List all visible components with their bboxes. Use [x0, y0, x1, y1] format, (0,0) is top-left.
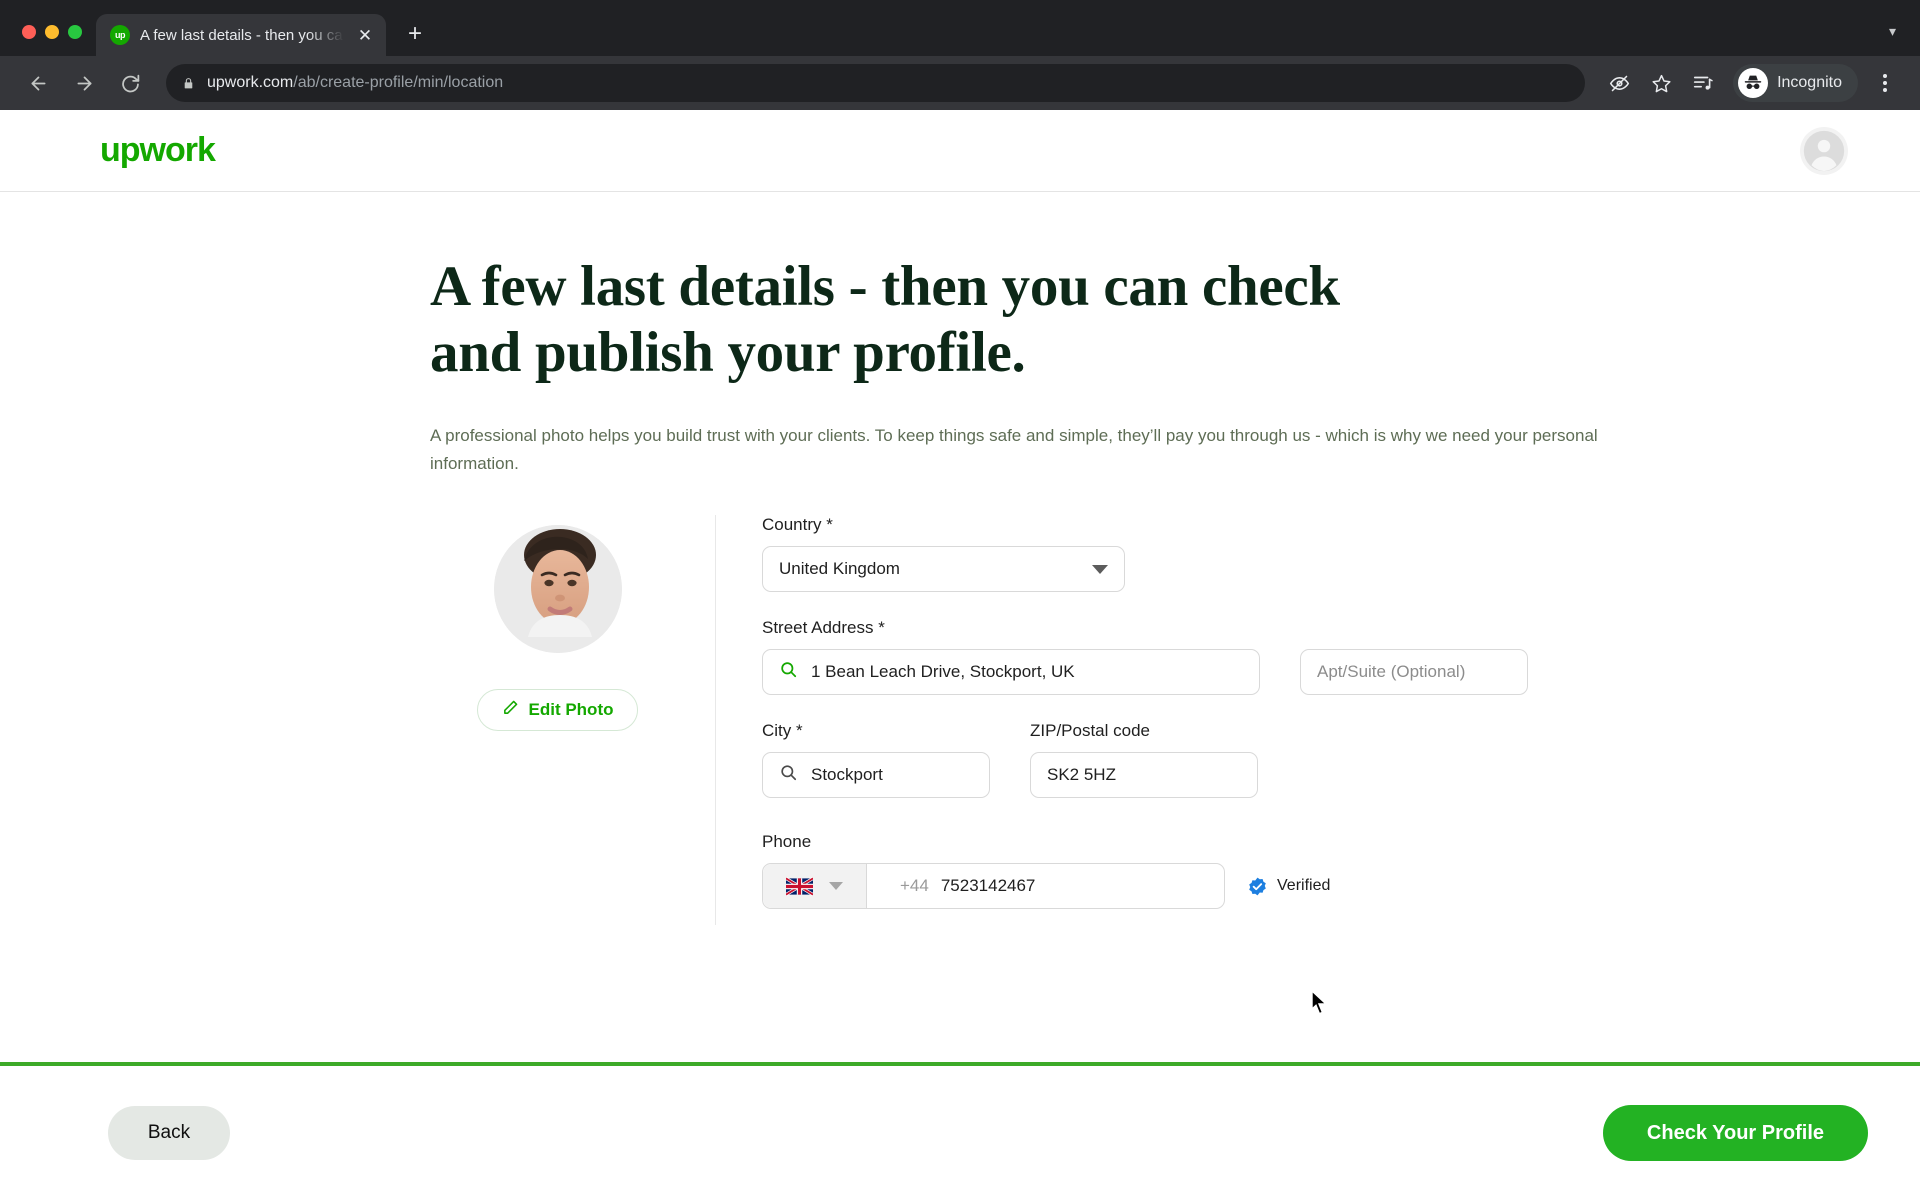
- site-header: upwork: [0, 110, 1920, 192]
- street-address-value: 1 Bean Leach Drive, Stockport, UK: [811, 662, 1075, 682]
- reading-list-icon[interactable]: [1685, 65, 1721, 101]
- street-address-row: 1 Bean Leach Drive, Stockport, UK Apt/Su…: [762, 649, 1920, 696]
- close-tab-button[interactable]: ✕: [354, 24, 376, 46]
- country-code-selector[interactable]: [763, 864, 867, 909]
- apt-suite-input[interactable]: Apt/Suite (Optional): [1300, 649, 1528, 696]
- page-subcopy: A professional photo helps you build tru…: [430, 426, 1598, 473]
- verified-badge-icon: [1247, 876, 1268, 897]
- main-content: A few last details - then you can check …: [0, 192, 1920, 935]
- forward-button[interactable]: [64, 63, 104, 103]
- phone-row: +44 7523142467 Verified: [762, 863, 1920, 910]
- page-title: A few last details - then you can check …: [430, 255, 1340, 385]
- phone-number-field[interactable]: +44 7523142467: [880, 876, 1224, 896]
- city-zip-labels: City * ZIP/Postal code: [762, 721, 1920, 752]
- photo-column: Edit Photo: [430, 515, 685, 935]
- search-icon: [779, 763, 798, 787]
- uk-flag-icon: [785, 876, 814, 896]
- footer-bar: Back Check Your Profile: [0, 1062, 1920, 1200]
- star-icon[interactable]: [1643, 65, 1679, 101]
- address-bar[interactable]: upwork.com/ab/create-profile/min/locatio…: [166, 64, 1586, 102]
- page-viewport: upwork A few last details - then you can…: [0, 110, 1920, 1200]
- phone-label: Phone: [762, 832, 812, 852]
- tab-title: A few last details - then you ca: [140, 26, 343, 44]
- url-path: /ab/create-profile/min/location: [293, 74, 504, 91]
- phone-prefix: +44: [900, 876, 929, 896]
- zip-value: SK2 5HZ: [1047, 765, 1116, 785]
- reload-button[interactable]: [110, 63, 150, 103]
- upwork-logo[interactable]: upwork: [100, 131, 216, 170]
- account-circle-icon[interactable]: [1800, 126, 1848, 175]
- profile-photo[interactable]: [493, 525, 622, 654]
- verified-label: Verified: [1277, 877, 1331, 895]
- street-address-input[interactable]: 1 Bean Leach Drive, Stockport, UK: [762, 649, 1260, 696]
- profile-chip[interactable]: Incognito: [1733, 64, 1858, 102]
- status-badge: Verified: [1247, 876, 1330, 897]
- search-icon: [779, 660, 798, 684]
- zip-label: ZIP/Postal code: [1030, 721, 1151, 741]
- tab-favicon: up: [110, 25, 130, 45]
- tab-strip: up A few last details - then you ca ✕ + …: [0, 0, 1920, 56]
- apt-suite-placeholder: Apt/Suite (Optional): [1317, 662, 1466, 682]
- city-zip-inputs: Stockport SK2 5HZ: [762, 752, 1920, 799]
- tab-search-chevron-icon[interactable]: ▾: [1889, 23, 1920, 56]
- url-domain: upwork.com: [207, 74, 294, 91]
- new-tab-button[interactable]: +: [398, 17, 432, 51]
- country-field-group: Country * United Kingdom: [762, 515, 1920, 593]
- country-value: United Kingdom: [779, 559, 900, 579]
- minimize-window-button[interactable]: [45, 25, 59, 39]
- phone-field-group: Phone +44 7523142467 Verified: [762, 832, 1920, 910]
- pencil-icon: [502, 699, 519, 721]
- chevron-down-icon: [1092, 564, 1108, 574]
- window-controls: [18, 25, 96, 56]
- address-bar-url: upwork.com/ab/create-profile/min/locatio…: [207, 74, 503, 92]
- browser-menu-button[interactable]: [1868, 66, 1902, 100]
- phone-input[interactable]: +44 7523142467: [762, 863, 1225, 910]
- back-button[interactable]: Back: [108, 1106, 230, 1160]
- city-value: Stockport: [811, 765, 883, 785]
- street-address-field-group: Street Address * 1 Bean Leach Drive, Sto…: [762, 618, 1920, 696]
- maximize-window-button[interactable]: [68, 25, 82, 39]
- city-input[interactable]: Stockport: [762, 752, 990, 799]
- incognito-icon: [1738, 68, 1769, 98]
- toolbar-icons: Incognito: [1601, 64, 1902, 102]
- street-address-label: Street Address *: [762, 618, 885, 638]
- eye-off-icon[interactable]: [1601, 65, 1637, 101]
- check-your-profile-button[interactable]: Check Your Profile: [1602, 1105, 1868, 1161]
- chevron-down-icon: [829, 882, 843, 891]
- country-select[interactable]: United Kingdom: [762, 546, 1125, 593]
- mouse-cursor: [1311, 990, 1328, 1015]
- city-label: City *: [762, 721, 803, 741]
- zip-input[interactable]: SK2 5HZ: [1030, 752, 1258, 799]
- edit-photo-button[interactable]: Edit Photo: [476, 689, 639, 732]
- profile-form: Edit Photo Country * United Kingdom Stre…: [430, 515, 1920, 935]
- browser-tab[interactable]: up A few last details - then you ca ✕: [96, 14, 386, 56]
- profile-label: Incognito: [1777, 74, 1842, 91]
- browser-window: up A few last details - then you ca ✕ + …: [0, 0, 1920, 1200]
- browser-toolbar: upwork.com/ab/create-profile/min/locatio…: [0, 56, 1920, 110]
- country-label: Country *: [762, 515, 833, 535]
- lock-icon: [182, 76, 195, 91]
- phone-value: 7523142467: [940, 876, 1036, 896]
- back-button[interactable]: [18, 63, 58, 103]
- edit-photo-label: Edit Photo: [528, 700, 614, 720]
- close-window-button[interactable]: [22, 25, 36, 39]
- city-zip-group: City * ZIP/Postal code Stockport SK2 5HZ: [762, 721, 1920, 799]
- form-fields: Country * United Kingdom Street Address …: [716, 515, 1920, 935]
